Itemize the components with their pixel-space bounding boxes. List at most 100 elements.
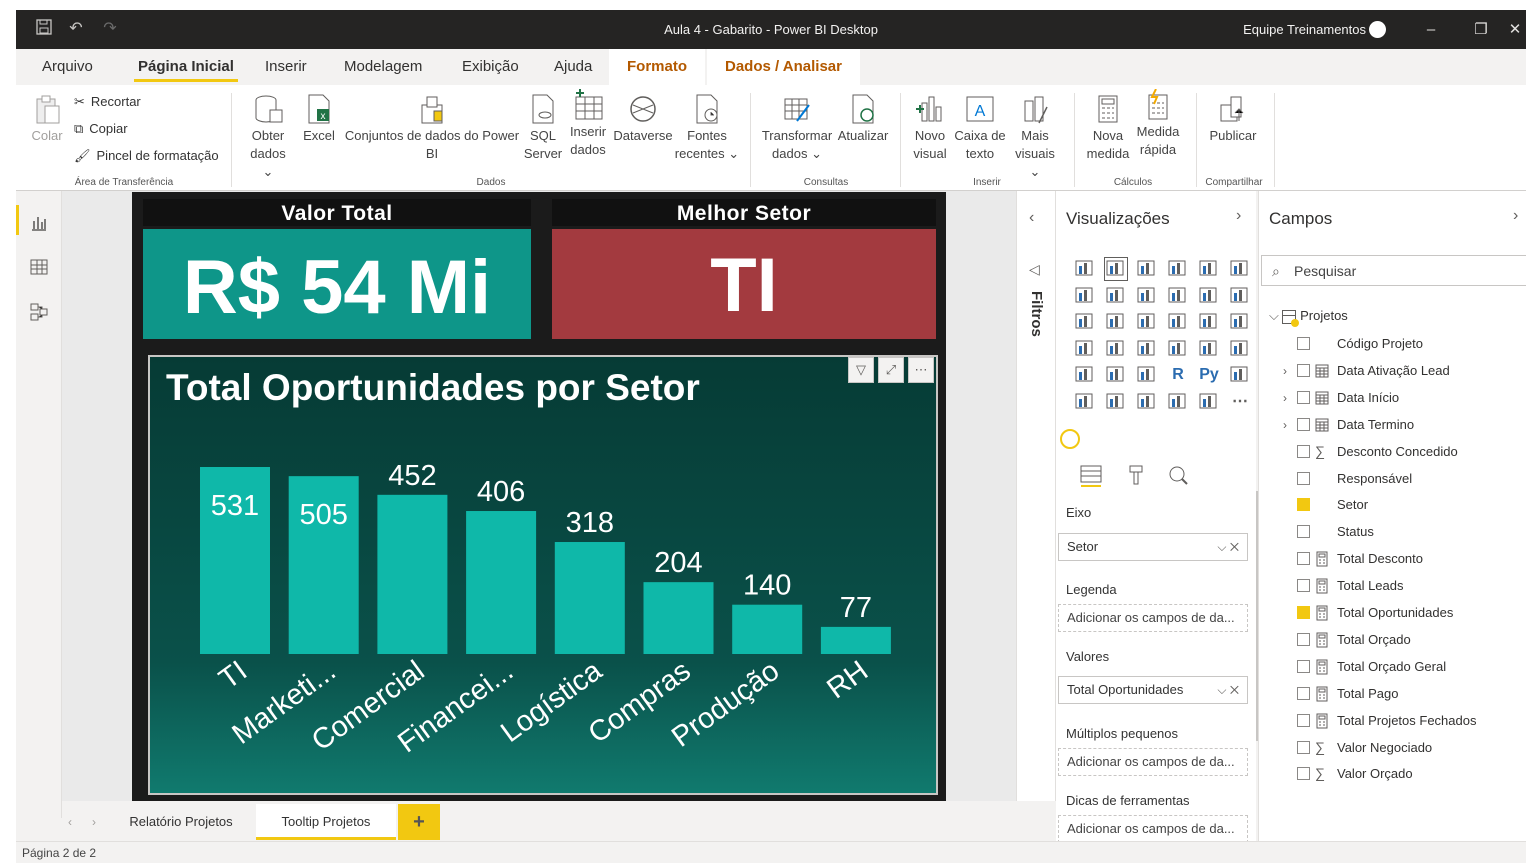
- chevron-right-icon[interactable]: ›: [1283, 388, 1287, 408]
- recent-sources-button[interactable]: Fontes recentes ⌄: [674, 93, 740, 163]
- textbox-button[interactable]: A Caixa de texto: [952, 93, 1008, 163]
- field-item[interactable]: › Data Termino: [1283, 415, 1526, 435]
- tab-arquivo[interactable]: Arquivo: [38, 49, 97, 85]
- multi-row-card-icon[interactable]: [1198, 338, 1220, 360]
- more-icon[interactable]: ⋯: [1229, 391, 1251, 413]
- field-item[interactable]: Total Oportunidades: [1297, 603, 1526, 623]
- field-item[interactable]: ∑ Desconto Concedido: [1297, 442, 1526, 462]
- table-icon[interactable]: [1105, 364, 1127, 386]
- sql-server-button[interactable]: SQL Server: [522, 93, 564, 163]
- table-projetos[interactable]: ⌵ Projetos: [1269, 308, 1348, 327]
- field-item[interactable]: › Data Ativação Lead: [1283, 361, 1526, 381]
- bar-2[interactable]: [377, 494, 448, 654]
- 100-bar-icon[interactable]: [1198, 258, 1220, 280]
- arcgis-icon[interactable]: [1198, 391, 1220, 413]
- tab-pagina-inicial[interactable]: Página Inicial: [134, 49, 238, 85]
- play-axis-icon[interactable]: [1060, 429, 1080, 449]
- field-item[interactable]: Total Desconto: [1297, 549, 1526, 569]
- field-checkbox[interactable]: [1297, 525, 1310, 539]
- field-checkbox[interactable]: [1297, 498, 1310, 512]
- field-item[interactable]: Responsável: [1297, 469, 1526, 489]
- chevron-down-icon[interactable]: ⌵ ✕: [1217, 677, 1239, 703]
- field-item[interactable]: › Data Início: [1283, 388, 1526, 408]
- matrix-icon[interactable]: [1136, 364, 1158, 386]
- next-page-icon[interactable]: ›: [92, 815, 96, 829]
- tab-inserir[interactable]: Inserir: [261, 49, 311, 85]
- field-item[interactable]: ∑ Valor Negociado: [1297, 738, 1526, 758]
- stacked-area-icon[interactable]: [1136, 285, 1158, 307]
- field-checkbox[interactable]: [1297, 471, 1310, 485]
- collapse-right-icon[interactable]: ›: [1513, 207, 1518, 225]
- bar-6[interactable]: [732, 604, 803, 654]
- format-painter-button[interactable]: 🖌 Pincel de formatação: [74, 145, 219, 167]
- field-item[interactable]: Total Projetos Fechados: [1297, 711, 1526, 731]
- tab-modelagem[interactable]: Modelagem: [340, 49, 426, 85]
- add-page-button[interactable]: +: [398, 804, 440, 840]
- field-item[interactable]: ∑ Valor Orçado: [1297, 764, 1526, 784]
- field-well-empty[interactable]: Adicionar os campos de da...: [1058, 748, 1248, 776]
- smart-narrative-icon[interactable]: [1136, 391, 1158, 413]
- transform-data-button[interactable]: Transformar dados ⌄: [760, 93, 834, 163]
- clustered-bar-icon[interactable]: [1136, 258, 1158, 280]
- python-visual-icon[interactable]: Py: [1198, 364, 1220, 386]
- excel-button[interactable]: x Excel: [300, 93, 338, 145]
- line-stacked-icon[interactable]: [1198, 285, 1220, 307]
- pie-icon[interactable]: [1167, 311, 1189, 333]
- line-column-icon[interactable]: [1167, 285, 1189, 307]
- paginated-icon[interactable]: [1167, 391, 1189, 413]
- new-visual-button[interactable]: Novo visual: [910, 93, 950, 163]
- waterfall-icon[interactable]: [1074, 311, 1096, 333]
- format-tab-icon[interactable]: [1124, 463, 1148, 487]
- avatar[interactable]: [1369, 21, 1386, 38]
- card-valor-total-value[interactable]: R$ 54 Mi: [143, 229, 531, 339]
- bar-5[interactable]: [643, 582, 714, 654]
- 100-column-icon[interactable]: [1229, 258, 1251, 280]
- ribbon-chart-icon[interactable]: [1229, 285, 1251, 307]
- bar-3[interactable]: [466, 511, 537, 654]
- search-input[interactable]: ⌕ Pesquisar: [1261, 255, 1526, 286]
- fields-tab-icon[interactable]: [1078, 463, 1104, 487]
- copy-button[interactable]: ⧉ Copiar: [74, 118, 128, 140]
- new-measure-button[interactable]: Nova medida: [1082, 93, 1134, 163]
- bar-chart-visual[interactable]: Total Oportunidades por Setor ▽ ⤢ ⋯ 531 T…: [148, 355, 938, 795]
- paste-button[interactable]: Colar: [28, 93, 66, 145]
- filled-map-icon[interactable]: [1105, 338, 1127, 360]
- model-view-icon[interactable]: [29, 302, 49, 322]
- field-well-filled[interactable]: Total Oportunidades ⌵ ✕: [1058, 676, 1248, 704]
- collapse-right-icon[interactable]: ›: [1236, 207, 1241, 225]
- field-item[interactable]: Total Leads: [1297, 576, 1526, 596]
- publish-button[interactable]: Publicar: [1204, 93, 1262, 145]
- chevron-right-icon[interactable]: ›: [1283, 415, 1287, 435]
- field-item[interactable]: Setor: [1297, 495, 1526, 515]
- field-checkbox[interactable]: [1297, 337, 1310, 350]
- field-item[interactable]: Total Orçado: [1297, 630, 1526, 650]
- qa-icon[interactable]: [1105, 391, 1127, 413]
- data-view-icon[interactable]: [29, 257, 49, 277]
- field-well-empty[interactable]: Adicionar os campos de da...: [1058, 604, 1248, 632]
- cut-button[interactable]: ✂ Recortar: [74, 91, 141, 113]
- bar-4[interactable]: [554, 542, 625, 654]
- line-chart-icon[interactable]: [1074, 285, 1096, 307]
- r-visual-icon[interactable]: R: [1167, 364, 1189, 386]
- close-icon[interactable]: ✕: [1504, 19, 1526, 41]
- chevron-down-icon[interactable]: ⌵ ✕: [1217, 534, 1239, 560]
- field-checkbox[interactable]: [1297, 713, 1310, 727]
- stacked-column-icon[interactable]: [1167, 258, 1189, 280]
- field-item[interactable]: Status: [1297, 522, 1526, 542]
- field-checkbox[interactable]: [1297, 740, 1310, 754]
- dataverse-button[interactable]: Dataverse: [612, 93, 674, 145]
- tab-dados-analisar[interactable]: Dados / Analisar: [707, 49, 860, 85]
- kpi-icon[interactable]: [1229, 338, 1251, 360]
- field-checkbox[interactable]: [1297, 363, 1310, 377]
- quick-measure-button[interactable]: Medida rápida: [1132, 89, 1184, 159]
- tab-ajuda[interactable]: Ajuda: [550, 49, 596, 85]
- stacked-bar-icon[interactable]: [1074, 258, 1096, 280]
- refresh-button[interactable]: Atualizar: [836, 93, 890, 145]
- field-well-filled[interactable]: Setor ⌵ ✕: [1058, 533, 1248, 561]
- restore-icon[interactable]: ❐: [1470, 19, 1492, 41]
- gauge-icon[interactable]: [1136, 338, 1158, 360]
- field-checkbox[interactable]: [1297, 767, 1310, 781]
- bar-7[interactable]: [820, 626, 891, 654]
- enter-data-button[interactable]: Inserir dados: [566, 89, 610, 159]
- slicer-icon[interactable]: [1074, 364, 1096, 386]
